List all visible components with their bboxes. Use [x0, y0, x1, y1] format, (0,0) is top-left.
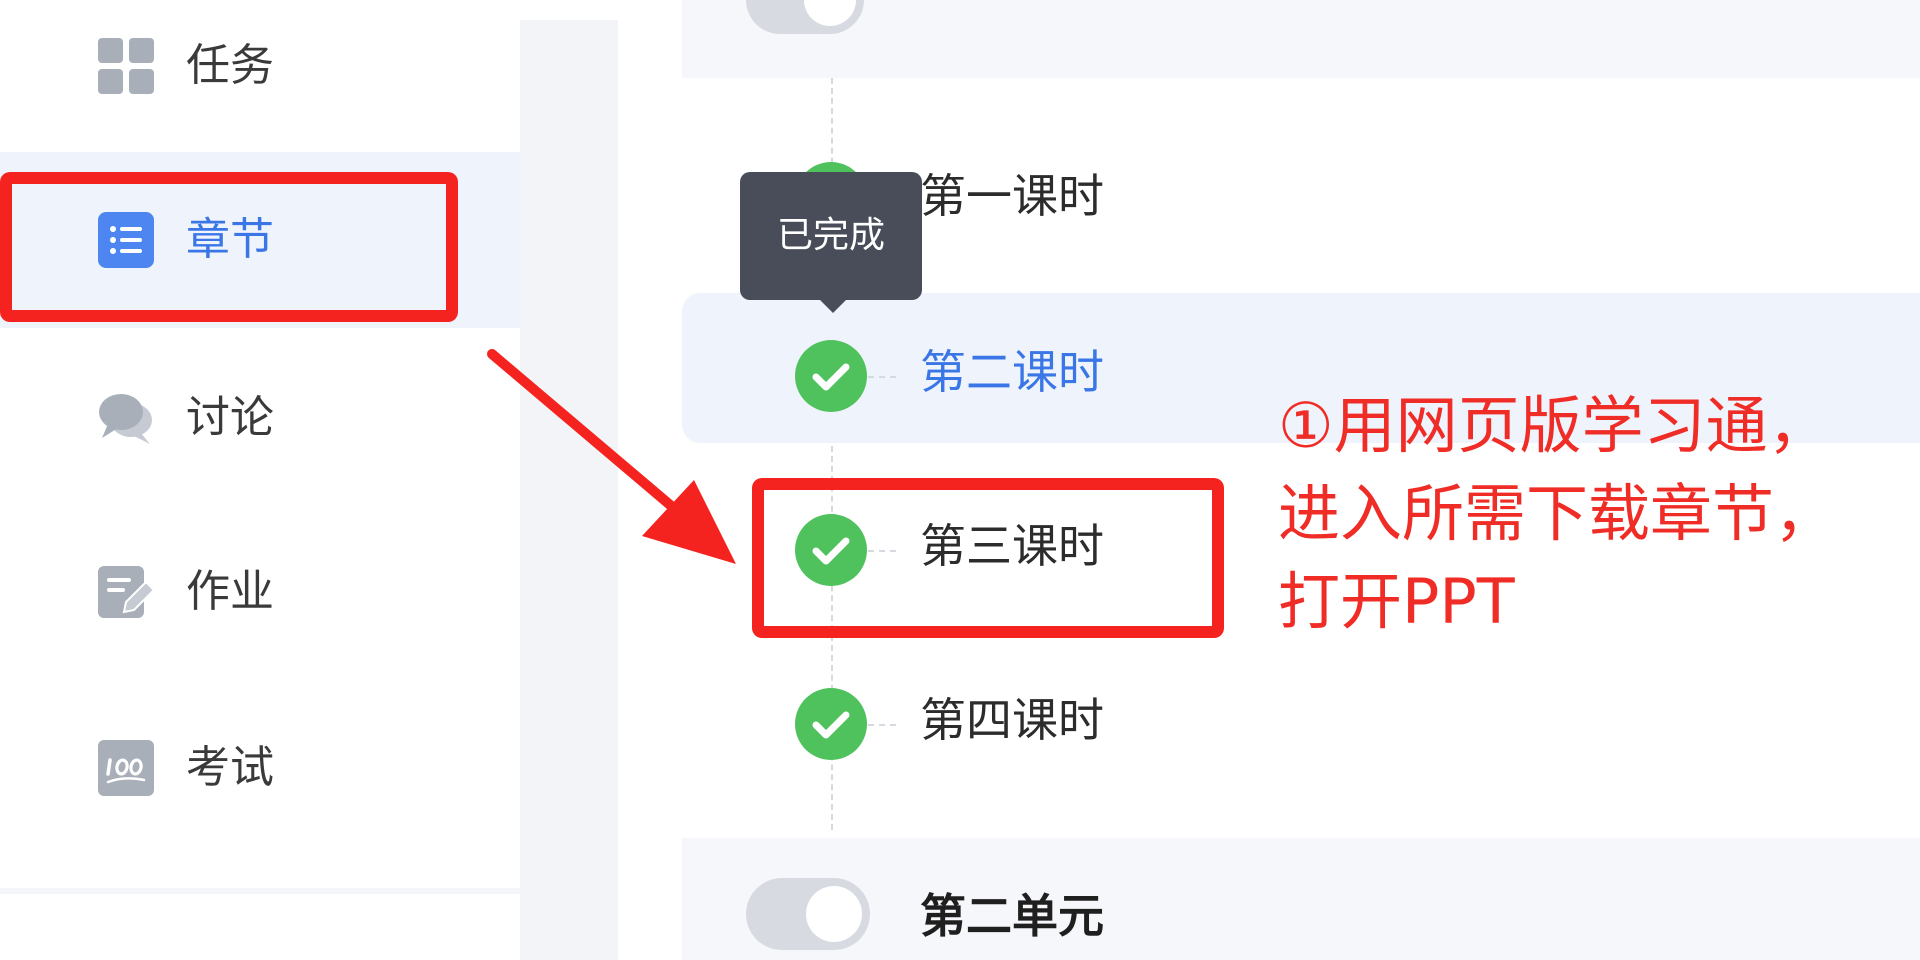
app-root: 任务 章节 讨论 作业 考试 第一课时 第二课时 第三课时 第四课时 已完成 第…	[0, 0, 1920, 960]
check-circle-icon	[795, 688, 867, 760]
annotation-highlight-box	[752, 478, 1224, 638]
lesson-title[interactable]: 第一课时	[920, 166, 1104, 226]
lesson-title[interactable]: 第四课时	[920, 690, 1104, 750]
sidebar-item-exam[interactable]: 考试	[0, 680, 520, 856]
annotation-line: 进入所需下载章节，	[1278, 477, 1837, 550]
sidebar-item-label: 讨论	[186, 392, 274, 443]
timeline-connector	[868, 724, 896, 726]
unit-header[interactable]	[682, 0, 1920, 78]
annotation-highlight-box	[0, 172, 458, 322]
assignment-edit-icon	[98, 566, 154, 618]
annotation-line: ①用网页版学习通，	[1278, 389, 1830, 462]
annotation-text: ①用网页版学习通， 进入所需下载章节， 打开PPT	[1278, 382, 1918, 646]
chat-bubbles-icon	[99, 394, 152, 444]
sidebar-item-label: 任务	[186, 40, 274, 91]
sidebar-item-label: 考试	[186, 742, 274, 793]
toggle-knob	[806, 886, 862, 942]
toggle-knob	[804, 0, 856, 26]
lesson-row[interactable]	[682, 648, 1920, 798]
sidebar-item-homework[interactable]: 作业	[0, 504, 520, 680]
annotation-line: 打开PPT	[1278, 565, 1515, 638]
check-circle-icon	[795, 340, 867, 412]
unit-header[interactable]	[682, 838, 1920, 960]
status-tooltip: 已完成	[740, 172, 922, 300]
sidebar-divider	[0, 888, 520, 894]
exam-100-icon	[98, 740, 154, 796]
grid-icon	[98, 38, 154, 94]
sidebar-item-tasks[interactable]: 任务	[0, 0, 520, 152]
unit-title: 第二单元	[920, 889, 1104, 943]
tooltip-arrow	[819, 299, 847, 313]
lesson-title[interactable]: 第二课时	[920, 342, 1104, 402]
annotation-arrow-icon	[487, 349, 736, 564]
timeline-connector	[868, 376, 896, 378]
sidebar-item-label: 作业	[186, 566, 274, 617]
unit-expand-toggle[interactable]	[746, 878, 870, 950]
sidebar-item-discussion[interactable]: 讨论	[0, 328, 520, 504]
unit-expand-toggle[interactable]	[746, 0, 864, 34]
sidebar: 任务 章节 讨论 作业 考试	[0, 0, 520, 960]
